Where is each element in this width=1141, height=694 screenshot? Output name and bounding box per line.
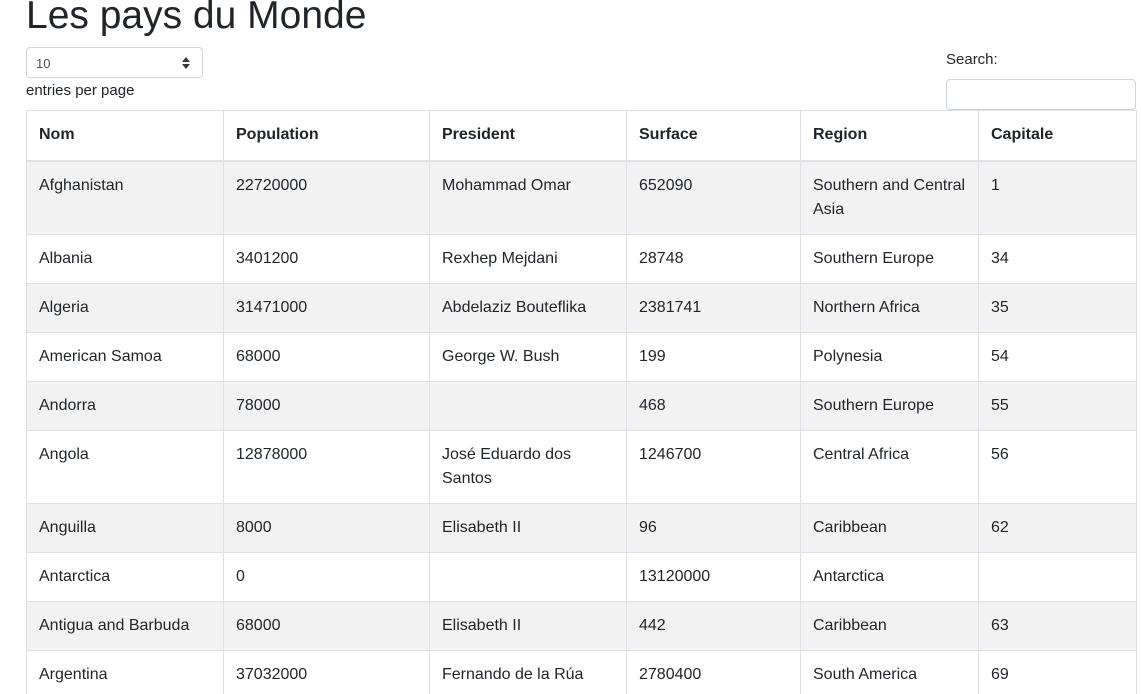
cell-surface: 2381741: [626, 282, 801, 333]
cell-region: Southern Europe: [800, 380, 979, 431]
cell-capitale: 54: [978, 331, 1137, 382]
cell-nom: Antarctica: [26, 551, 224, 602]
cell-region: Antarctica: [800, 551, 979, 602]
entries-per-page-label: entries per page: [26, 82, 135, 99]
cell-surface: 2780400: [626, 649, 801, 694]
cell-region: South America: [800, 649, 979, 694]
cell-surface: 96: [626, 502, 801, 553]
cell-capitale: 1: [978, 160, 1137, 235]
cell-population: 31471000: [223, 282, 430, 333]
page: Les pays du Monde 10 entries per page Se…: [0, 0, 1141, 694]
cell-surface: 442: [626, 600, 801, 651]
cell-nom: Algeria: [26, 282, 224, 333]
cell-population: 37032000: [223, 649, 430, 694]
cell-capitale: 62: [978, 502, 1137, 553]
entries-per-page-value: 10: [36, 56, 51, 71]
search-label: Search:: [946, 51, 998, 68]
table-row: Antarctica 0 13120000 Antarctica: [26, 551, 1137, 602]
cell-capitale: 35: [978, 282, 1137, 333]
table-row: Albania 3401200 Rexhep Mejdani 28748 Sou…: [26, 233, 1137, 284]
cell-president: Mohammad Omar: [429, 160, 627, 235]
cell-region: Southern and Central Asia: [800, 160, 979, 235]
cell-nom: Anguilla: [26, 502, 224, 553]
cell-region: Northern Africa: [800, 282, 979, 333]
cell-nom: Argentina: [26, 649, 224, 694]
cell-surface: 28748: [626, 233, 801, 284]
cell-surface: 13120000: [626, 551, 801, 602]
table-row: Andorra 78000 468 Southern Europe 55: [26, 380, 1137, 431]
column-header-population[interactable]: Population: [223, 110, 430, 162]
cell-president: [429, 551, 627, 602]
table-row: Afghanistan 22720000 Mohammad Omar 65209…: [26, 160, 1137, 235]
cell-surface: 652090: [626, 160, 801, 235]
cell-president: George W. Bush: [429, 331, 627, 382]
cell-population: 0: [223, 551, 430, 602]
cell-president: Elisabeth II: [429, 502, 627, 553]
cell-capitale: 34: [978, 233, 1137, 284]
cell-region: Central Africa: [800, 429, 979, 504]
cell-nom: Afghanistan: [26, 160, 224, 235]
cell-region: Caribbean: [800, 502, 979, 553]
cell-capitale: [978, 551, 1137, 602]
search-input[interactable]: [946, 79, 1136, 110]
column-header-nom[interactable]: Nom: [26, 110, 224, 162]
countries-table: Nom Population President Surface Region …: [26, 110, 1137, 694]
cell-president: [429, 380, 627, 431]
cell-population: 22720000: [223, 160, 430, 235]
cell-nom: Andorra: [26, 380, 224, 431]
cell-surface: 199: [626, 331, 801, 382]
table-row: Anguilla 8000 Elisabeth II 96 Caribbean …: [26, 502, 1137, 553]
cell-president: José Eduardo dos Santos: [429, 429, 627, 504]
table-body: Afghanistan 22720000 Mohammad Omar 65209…: [26, 160, 1137, 694]
table-row: Algeria 31471000 Abdelaziz Bouteflika 23…: [26, 282, 1137, 333]
cell-surface: 1246700: [626, 429, 801, 504]
cell-surface: 468: [626, 380, 801, 431]
cell-population: 78000: [223, 380, 430, 431]
cell-population: 68000: [223, 331, 430, 382]
updown-arrows-icon: [182, 57, 190, 69]
table-header-row: Nom Population President Surface Region …: [26, 110, 1137, 162]
cell-population: 3401200: [223, 233, 430, 284]
column-header-capitale[interactable]: Capitale: [978, 110, 1137, 162]
table-row: American Samoa 68000 George W. Bush 199 …: [26, 331, 1137, 382]
cell-region: Southern Europe: [800, 233, 979, 284]
cell-nom: Angola: [26, 429, 224, 504]
cell-nom: Albania: [26, 233, 224, 284]
cell-nom: Antigua and Barbuda: [26, 600, 224, 651]
cell-president: Rexhep Mejdani: [429, 233, 627, 284]
column-header-president[interactable]: President: [429, 110, 627, 162]
cell-nom: American Samoa: [26, 331, 224, 382]
table-row: Angola 12878000 José Eduardo dos Santos …: [26, 429, 1137, 504]
column-header-region[interactable]: Region: [800, 110, 979, 162]
table-row: Antigua and Barbuda 68000 Elisabeth II 4…: [26, 600, 1137, 651]
cell-capitale: 69: [978, 649, 1137, 694]
cell-population: 12878000: [223, 429, 430, 504]
cell-capitale: 55: [978, 380, 1137, 431]
cell-president: Fernando de la Rúa: [429, 649, 627, 694]
cell-president: Elisabeth II: [429, 600, 627, 651]
cell-population: 8000: [223, 502, 430, 553]
cell-population: 68000: [223, 600, 430, 651]
cell-president: Abdelaziz Bouteflika: [429, 282, 627, 333]
cell-capitale: 63: [978, 600, 1137, 651]
table-row: Argentina 37032000 Fernando de la Rúa 27…: [26, 649, 1137, 694]
column-header-surface[interactable]: Surface: [626, 110, 801, 162]
cell-capitale: 56: [978, 429, 1137, 504]
cell-region: Caribbean: [800, 600, 979, 651]
entries-per-page-select[interactable]: 10: [26, 47, 203, 78]
page-title: Les pays du Monde: [26, 0, 367, 37]
cell-region: Polynesia: [800, 331, 979, 382]
